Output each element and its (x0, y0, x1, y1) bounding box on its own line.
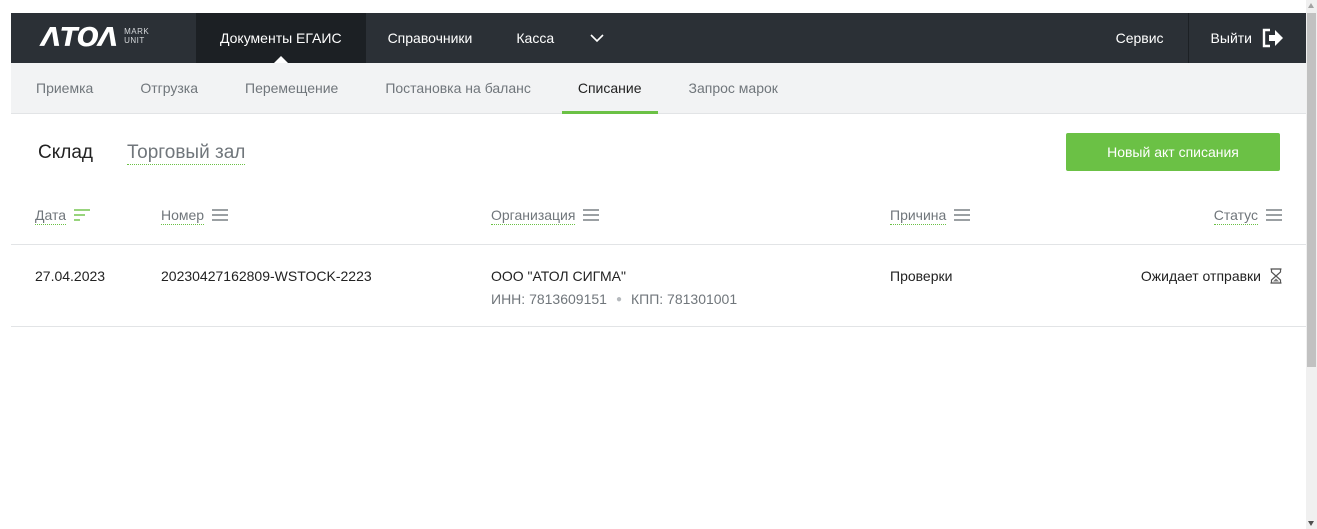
column-status-label[interactable]: Статус (1213, 207, 1258, 225)
document-type-tabs: Приемка Отгрузка Перемещение Постановка … (11, 63, 1306, 114)
column-number: Номер (161, 207, 229, 225)
exit-icon (1262, 28, 1283, 48)
tab-balance[interactable]: Постановка на баланс (385, 63, 531, 114)
chevron-down-icon[interactable] (576, 13, 618, 63)
scroll-thumb[interactable] (1307, 13, 1316, 367)
table-row[interactable]: 27.04.2023 20230427162809-WSTOCK-2223 ОО… (11, 245, 1306, 327)
column-organization: Организация (491, 207, 600, 225)
logo-sub-top: MARK (124, 27, 150, 36)
column-date: Дата (35, 207, 91, 225)
menu-icon[interactable] (212, 208, 229, 224)
tab-balance-label: Постановка на баланс (385, 80, 531, 96)
logo-mark: ΛΤΟΛ (41, 23, 118, 53)
cell-reason: Проверки (890, 268, 953, 284)
column-number-label[interactable]: Номер (161, 207, 205, 225)
tab-marks-request-label: Запрос марок (688, 80, 778, 96)
app-window: ΛΤΟΛ MARK UNIT Документы ЕГАИС Справочни… (11, 13, 1306, 529)
tab-sales-floor[interactable]: Торговый зал (127, 142, 246, 165)
new-write-off-button[interactable]: Новый акт списания (1066, 133, 1280, 171)
column-status: Статус (1213, 207, 1282, 225)
organization-inn: ИНН: 7813609151 (491, 291, 607, 307)
column-date-label[interactable]: Дата (35, 207, 67, 225)
tab-write-off[interactable]: Списание (561, 63, 658, 114)
exit-button[interactable]: Выйти (1189, 13, 1306, 63)
cell-date: 27.04.2023 (35, 268, 106, 284)
section-header: Склад Торговый зал Новый акт списания (11, 114, 1306, 192)
tab-receiving[interactable]: Приемка (36, 63, 93, 114)
nav-cashbox[interactable]: Касса (494, 13, 576, 63)
hourglass-icon (1270, 268, 1282, 284)
menu-icon[interactable] (954, 208, 971, 224)
tab-warehouse[interactable]: Склад (38, 142, 93, 164)
menu-icon[interactable] (1266, 208, 1282, 224)
organization-kpp: КПП: 781301001 (630, 291, 738, 307)
cell-status: Ожидает отправки (1141, 268, 1282, 284)
nav-egais-documents-label: Документы ЕГАИС (220, 30, 342, 46)
logo-sub-bottom: UNIT (124, 36, 145, 45)
tab-marks-request[interactable]: Запрос марок (689, 63, 778, 114)
scroll-down-icon[interactable] (1308, 521, 1314, 526)
organization-details: ИНН: 7813609151 ● КПП: 781301001 (491, 291, 737, 307)
nav-cashbox-label: Касса (516, 30, 555, 46)
menu-icon[interactable] (583, 208, 600, 224)
organization-name: ООО "АТОЛ СИГМА" (491, 268, 626, 284)
table-header: Дата Номер Организация Причина Статус (11, 192, 1306, 245)
top-navbar: ΛΤΟΛ MARK UNIT Документы ЕГАИС Справочни… (11, 13, 1306, 63)
tab-write-off-label: Списание (577, 80, 642, 96)
brand-logo[interactable]: ΛΤΟΛ MARK UNIT (11, 13, 196, 63)
logo-subtitle: MARK UNIT (124, 27, 149, 45)
nav-directories-label: Справочники (387, 30, 473, 46)
column-reason: Причина (890, 207, 971, 225)
tab-transfer-label: Перемещение (245, 80, 339, 96)
nav-directories[interactable]: Справочники (366, 13, 495, 63)
filter-lines-icon[interactable] (74, 208, 91, 224)
tab-transfer[interactable]: Перемещение (245, 63, 338, 114)
nav-service[interactable]: Сервис (1092, 13, 1189, 63)
vertical-scrollbar[interactable] (1306, 0, 1317, 529)
tab-shipment[interactable]: Отгрузка (140, 63, 198, 114)
nav-service-label: Сервис (1115, 30, 1164, 46)
tab-receiving-label: Приемка (36, 80, 94, 96)
cell-organization: ООО "АТОЛ СИГМА" ИНН: 7813609151 ● КПП: … (491, 268, 737, 307)
separator-dot: ● (615, 293, 622, 305)
exit-label: Выйти (1210, 30, 1252, 46)
scroll-up-icon[interactable] (1308, 3, 1314, 8)
cell-number: 20230427162809-WSTOCK-2223 (161, 268, 372, 284)
column-organization-label[interactable]: Организация (491, 207, 576, 225)
status-text: Ожидает отправки (1140, 268, 1261, 284)
nav-egais-documents[interactable]: Документы ЕГАИС (196, 13, 366, 63)
column-reason-label[interactable]: Причина (890, 207, 947, 225)
tab-shipment-label: Отгрузка (140, 80, 198, 96)
